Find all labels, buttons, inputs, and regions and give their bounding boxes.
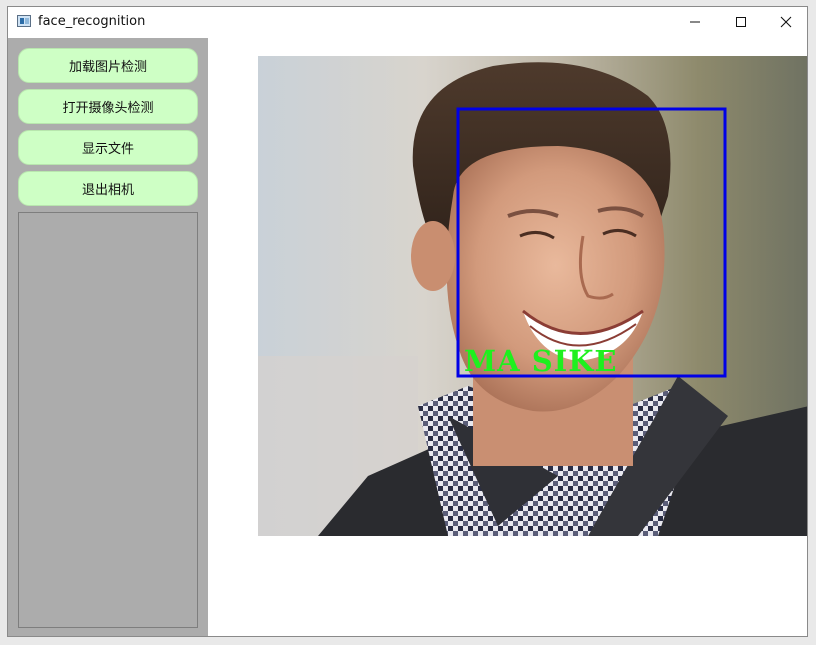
detected-photo: MA SIKE <box>258 56 807 536</box>
image-display-area: MA SIKE <box>208 38 807 636</box>
app-window-icon <box>17 15 31 27</box>
face-name-label: MA SIKE <box>464 344 618 378</box>
load-image-detect-button[interactable]: 加载图片检测 <box>18 48 198 83</box>
file-list-panel[interactable] <box>18 212 198 628</box>
show-file-button[interactable]: 显示文件 <box>18 130 198 165</box>
close-icon <box>780 16 792 28</box>
open-camera-detect-button[interactable]: 打开摄像头检测 <box>18 89 198 124</box>
title-bar[interactable]: face_recognition <box>8 7 807 37</box>
close-button[interactable] <box>763 7 807 37</box>
sidebar: 加载图片检测 打开摄像头检测 显示文件 退出相机 <box>8 38 208 636</box>
minimize-button[interactable] <box>672 7 718 37</box>
maximize-button[interactable] <box>718 7 764 37</box>
exit-camera-button[interactable]: 退出相机 <box>18 171 198 206</box>
minimize-icon <box>690 21 700 23</box>
maximize-icon <box>736 17 746 27</box>
window-title: face_recognition <box>38 14 146 29</box>
face-photo-image <box>258 56 807 536</box>
app-window: face_recognition 加载图片检测 打开摄像头检测 显示文件 退出相… <box>7 6 808 637</box>
